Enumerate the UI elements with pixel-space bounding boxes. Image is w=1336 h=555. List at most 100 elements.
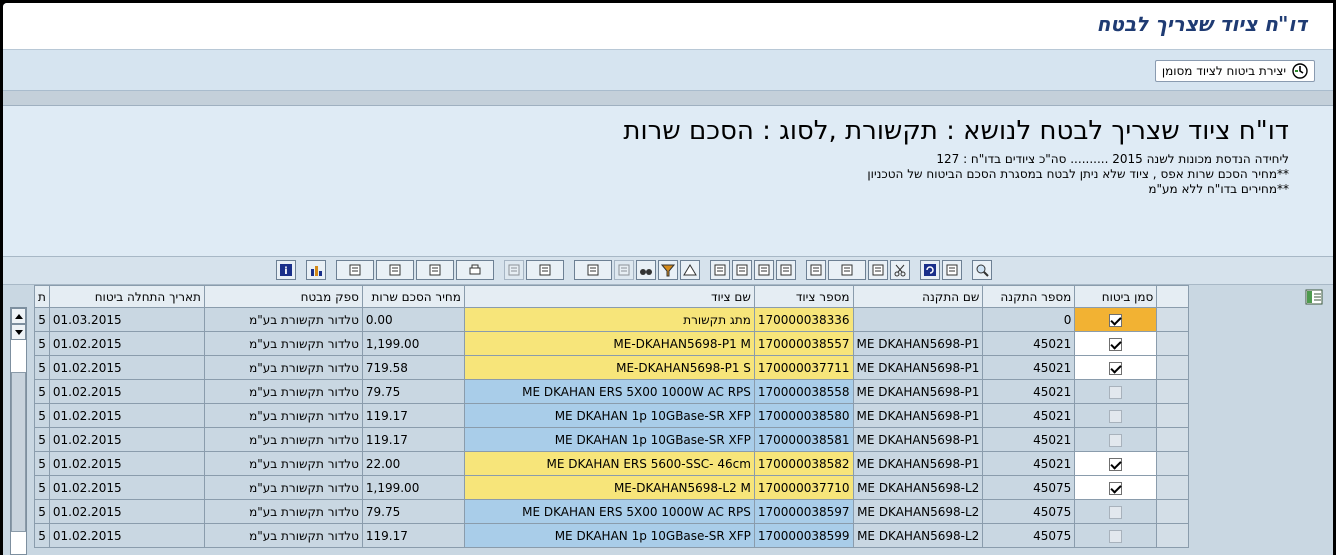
row-selector[interactable] [1156, 307, 1190, 332]
start-date-cell: 01.02.2015 [48, 331, 205, 356]
chart-icon [311, 266, 322, 276]
zoom-button[interactable] [972, 260, 992, 280]
start-date-cell: 01.02.2015 [48, 403, 205, 428]
col-equip-name[interactable]: שם ציוד [463, 285, 755, 308]
doc-red-button[interactable] [732, 260, 752, 280]
page-icon [872, 264, 884, 276]
price-cell: 1,199.00 [361, 475, 465, 500]
funnel-button[interactable] [658, 260, 678, 280]
scissors-icon [894, 264, 906, 277]
table-row[interactable]: 45021 ME DKAHAN5698-P1 170000038580 ME DKAH… [34, 403, 1190, 428]
collapse-button[interactable] [942, 260, 962, 280]
copy-button[interactable] [416, 260, 454, 280]
mark-insurance-checkbox[interactable] [1109, 385, 1123, 399]
price-cell: 119.17 [361, 523, 465, 548]
row-selector[interactable] [1156, 451, 1190, 476]
table-row[interactable]: 45075 ME DKAHAN5698-L2 170000038597 ME DKAH… [34, 499, 1190, 524]
col-mark-insurance[interactable]: סמן ביטוח [1074, 285, 1158, 308]
chart-button[interactable] [306, 260, 326, 280]
refresh-button[interactable] [920, 260, 940, 280]
export-button[interactable] [376, 260, 414, 280]
layout-button[interactable] [336, 260, 374, 280]
col-install-no[interactable]: מספר התקנה [982, 285, 1076, 308]
mark-insurance-cell[interactable] [1074, 427, 1158, 452]
mark-insurance-checkbox[interactable] [1109, 457, 1123, 471]
col-equip-no[interactable]: מספר ציוד [753, 285, 854, 308]
mark-insurance-checkbox[interactable] [1109, 361, 1123, 375]
row-selector[interactable] [1156, 475, 1190, 500]
doc-green-button[interactable] [754, 260, 774, 280]
sum-disabled-button[interactable] [504, 260, 524, 280]
info-button[interactable]: i [276, 260, 296, 280]
equip-no-cell: 170000037711 [753, 355, 854, 380]
scroll-thumb[interactable] [11, 372, 26, 532]
mark-insurance-cell[interactable] [1074, 331, 1158, 356]
price-cell: 719.58 [361, 355, 465, 380]
filter-button[interactable] [574, 260, 612, 280]
row-selector[interactable] [1156, 331, 1190, 356]
equip-name-cell: ME DKAHAN ERS 5X00 1000W AC RPS [463, 499, 755, 524]
scroll-down-button[interactable] [11, 324, 26, 340]
equip-no-cell: 170000038581 [753, 427, 854, 452]
row-selector[interactable] [1156, 499, 1190, 524]
table-row[interactable]: 0 170000038336 מתג תקשורת 0.00 טלדור תקשורת … [34, 307, 1190, 332]
filter-icon [587, 264, 599, 276]
blank-doc-button[interactable] [776, 260, 796, 280]
mark-insurance-checkbox[interactable] [1109, 433, 1123, 447]
table-row[interactable]: 45021 ME DKAHAN5698-P1 170000037711 ME-DKAH… [34, 355, 1190, 380]
print-button[interactable] [456, 260, 494, 280]
col-t[interactable]: ת [34, 285, 50, 308]
sum-button[interactable] [526, 260, 564, 280]
mark-insurance-checkbox[interactable] [1109, 481, 1123, 495]
col-install-name[interactable]: שם התקנה [852, 285, 984, 308]
mark-insurance-cell[interactable] [1074, 379, 1158, 404]
find-disabled-button[interactable] [614, 260, 634, 280]
mark-insurance-cell[interactable] [1074, 475, 1158, 500]
report-grid: סמן ביטוח מספר התקנה שם התקנה מספר ציוד … [3, 285, 1333, 555]
mark-insurance-checkbox[interactable] [1109, 529, 1123, 543]
mark-insurance-cell[interactable] [1074, 403, 1158, 428]
row-selector[interactable] [1156, 355, 1190, 380]
t-cell: 5 [34, 475, 50, 500]
create-insurance-button[interactable]: יצירת ביטוח לציוד מסומן [1154, 60, 1315, 82]
scroll-up-button[interactable] [11, 308, 26, 324]
col-service-price[interactable]: מחיר הסכם שרות [361, 285, 465, 308]
doc-button[interactable] [710, 260, 730, 280]
column-layout-icon[interactable] [1305, 289, 1323, 305]
mark-insurance-cell[interactable] [1074, 307, 1158, 332]
triangle-button[interactable] [680, 260, 700, 280]
vertical-scrollbar[interactable] [10, 307, 27, 555]
table-row[interactable]: 45021 ME DKAHAN5698-P1 170000038558 ME DKAH… [34, 379, 1190, 404]
start-date-cell: 01.02.2015 [48, 427, 205, 452]
mark-insurance-cell[interactable] [1074, 355, 1158, 380]
mark-insurance-cell[interactable] [1074, 499, 1158, 524]
page-button[interactable] [868, 260, 888, 280]
binoculars-button[interactable] [636, 260, 656, 280]
mark-insurance-checkbox[interactable] [1109, 337, 1123, 351]
paste-button[interactable] [828, 260, 866, 280]
print-icon [469, 264, 481, 275]
start-date-cell: 01.02.2015 [48, 499, 205, 524]
mark-insurance-checkbox[interactable] [1109, 409, 1123, 423]
table-row[interactable]: 45075 ME DKAHAN5698-L2 170000038599 ME DKAH… [34, 523, 1190, 548]
row-selector[interactable] [1156, 403, 1190, 428]
col-insurer[interactable]: ספק מבטח [203, 285, 363, 308]
table-row[interactable]: 45021 ME DKAHAN5698-P1 170000038557 ME-DKAH… [34, 331, 1190, 356]
mark-insurance-checkbox[interactable] [1109, 505, 1123, 519]
arrow-up-icon [14, 313, 23, 319]
mark-insurance-cell[interactable] [1074, 523, 1158, 548]
blank-doc-icon [780, 264, 792, 276]
equip-name-cell: ME DKAHAN 1p 10GBase-SR XFP [463, 427, 755, 452]
row-selector[interactable] [1156, 523, 1190, 548]
table-row[interactable]: 45021 ME DKAHAN5698-P1 170000038582 ME DKAH… [34, 451, 1190, 476]
table-row[interactable]: 45021 ME DKAHAN5698-P1 170000038581 ME DKAH… [34, 427, 1190, 452]
row-selector[interactable] [1156, 427, 1190, 452]
install-no-cell: 45021 [982, 427, 1076, 452]
scissors-button[interactable] [890, 260, 910, 280]
col-start-date[interactable]: תאריך התחלה ביטוח [48, 285, 205, 308]
select-button[interactable] [806, 260, 826, 280]
mark-insurance-checkbox[interactable] [1109, 313, 1123, 327]
table-row[interactable]: 45075 ME DKAHAN5698-L2 170000037710 ME-DKAH… [34, 475, 1190, 500]
mark-insurance-cell[interactable] [1074, 451, 1158, 476]
row-selector[interactable] [1156, 379, 1190, 404]
